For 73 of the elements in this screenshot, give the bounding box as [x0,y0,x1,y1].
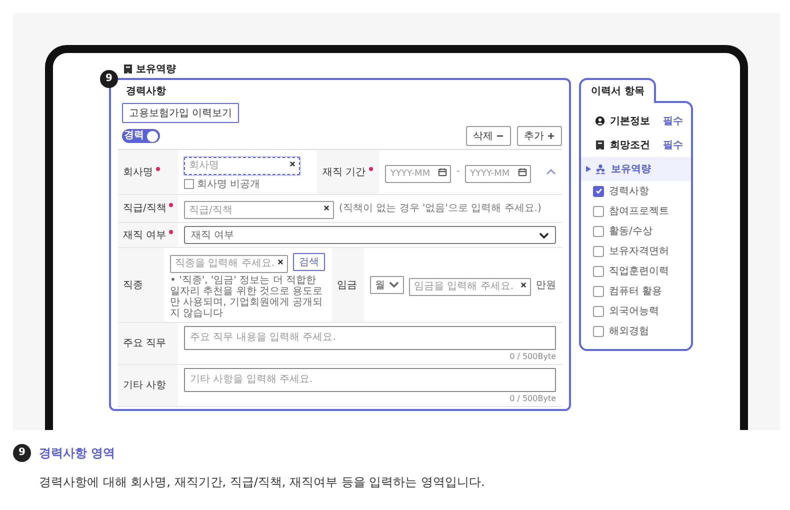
caption-title: 경력사항 영역 [39,444,116,462]
field-label: 재직 기간 [322,166,366,179]
clear-icon [289,160,296,168]
checkbox-label: 외국어능력 [609,305,659,318]
checkbox[interactable] [593,286,604,296]
salary-field[interactable]: 임금을 입력해 주세요. [409,278,531,296]
checkbox[interactable] [593,186,604,196]
period-select[interactable]: 월 [370,276,404,294]
unit-label: 만원 [536,278,556,292]
clear-icon [520,281,527,288]
check-icon [594,187,602,195]
note-text: • '직종', '임금' 정보는 더 적합한 일자리 추천을 위한 것으로 용도로만 사용되며, 기업회원에게 공개되지 않습니다 [170,274,324,318]
caption-text: 경력사항에 대해 회사명, 재직기간, 직급/직책, 재직여부 등을 입력하는 영역입니다. [39,474,486,491]
chevron-up-icon [546,168,556,175]
clear-icon [323,204,330,212]
checkbox-label: 보유자격면허 [609,245,669,258]
checkbox[interactable] [593,326,604,336]
company-name-field[interactable]: 회사명 [184,156,300,174]
text-field[interactable]: 직급/직책 [184,201,334,219]
calendar-icon [438,167,448,176]
text-area[interactable]: 기타 사항을 입력해 주세요. [184,368,556,392]
chevron-down-icon [539,232,549,238]
checkbox[interactable] [593,226,604,236]
delete-button[interactable]: 삭제 [466,126,511,146]
checkbox[interactable] [184,178,194,188]
checkbox[interactable] [593,266,604,276]
step-badge: 9 [13,444,31,462]
checkbox-label: 활동/수상 [609,225,652,238]
calendar-icon [518,167,527,176]
checkbox-label: 컴퓨터 활용 [609,285,662,298]
checkbox-label: 참여프로젝트 [609,205,669,218]
status-select[interactable]: 재직 여부 [184,226,556,244]
start-date-field[interactable]: YYYY-MM [385,164,452,183]
clear-icon [277,258,284,266]
field-label: 기타 사항 [123,379,166,392]
job-field[interactable]: 직종을 입력해 주세요. [170,254,288,272]
text-area[interactable]: 주요 직무 내용을 입력해 주세요. [184,326,556,350]
field-label: 주요 직무 [123,337,166,350]
heading: 경력사항 [125,85,166,98]
people-icon [595,164,606,174]
plus-icon [547,132,555,140]
end-date-field[interactable]: YYYY-MM [465,164,531,183]
toggle-switch[interactable]: 경력 [122,129,160,143]
person-icon [595,116,605,126]
field-label: 임금 [337,278,357,292]
nav-item[interactable]: 기본정보 필수 [581,109,691,133]
add-button[interactable]: 추가 [517,126,562,146]
checkbox[interactable] [593,246,604,256]
checkbox-label: 직업훈련이력 [609,265,669,278]
byte-counter: 0 / 500Byte [510,394,556,402]
history-button[interactable]: 고용보험가입 이력보기 [122,103,240,123]
bookmark-icon [595,140,605,150]
checkbox-label: 해외경험 [609,325,649,338]
checkbox-label: 경력사항 [609,185,649,198]
field-label: 직급/직책 [123,202,166,216]
nav-item[interactable]: 보유역량 [581,157,691,181]
required-tag: 필수 [663,138,683,152]
byte-counter: 0 / 500Byte [510,352,556,360]
search-button[interactable]: 검색 [293,252,325,271]
section-title: 보유역량 [136,63,176,76]
nav-item[interactable]: 희망조건 필수 [581,133,691,157]
separator: - [456,166,460,178]
field-label: 회사명 [123,166,153,179]
hint-text: (직책이 없는 경우 '없음'으로 입력해 주세요.) [339,202,542,216]
chevron-down-icon [389,281,399,288]
checkbox-label: 회사명 비공개 [197,178,260,190]
field-label: 재직 여부 [123,229,166,242]
required-tag: 필수 [663,114,683,128]
checkbox[interactable] [593,306,604,316]
field-label: 직종 [123,278,143,292]
step-badge: 9 [100,70,118,88]
checkbox[interactable] [593,206,604,216]
bookmark-icon [123,64,133,74]
